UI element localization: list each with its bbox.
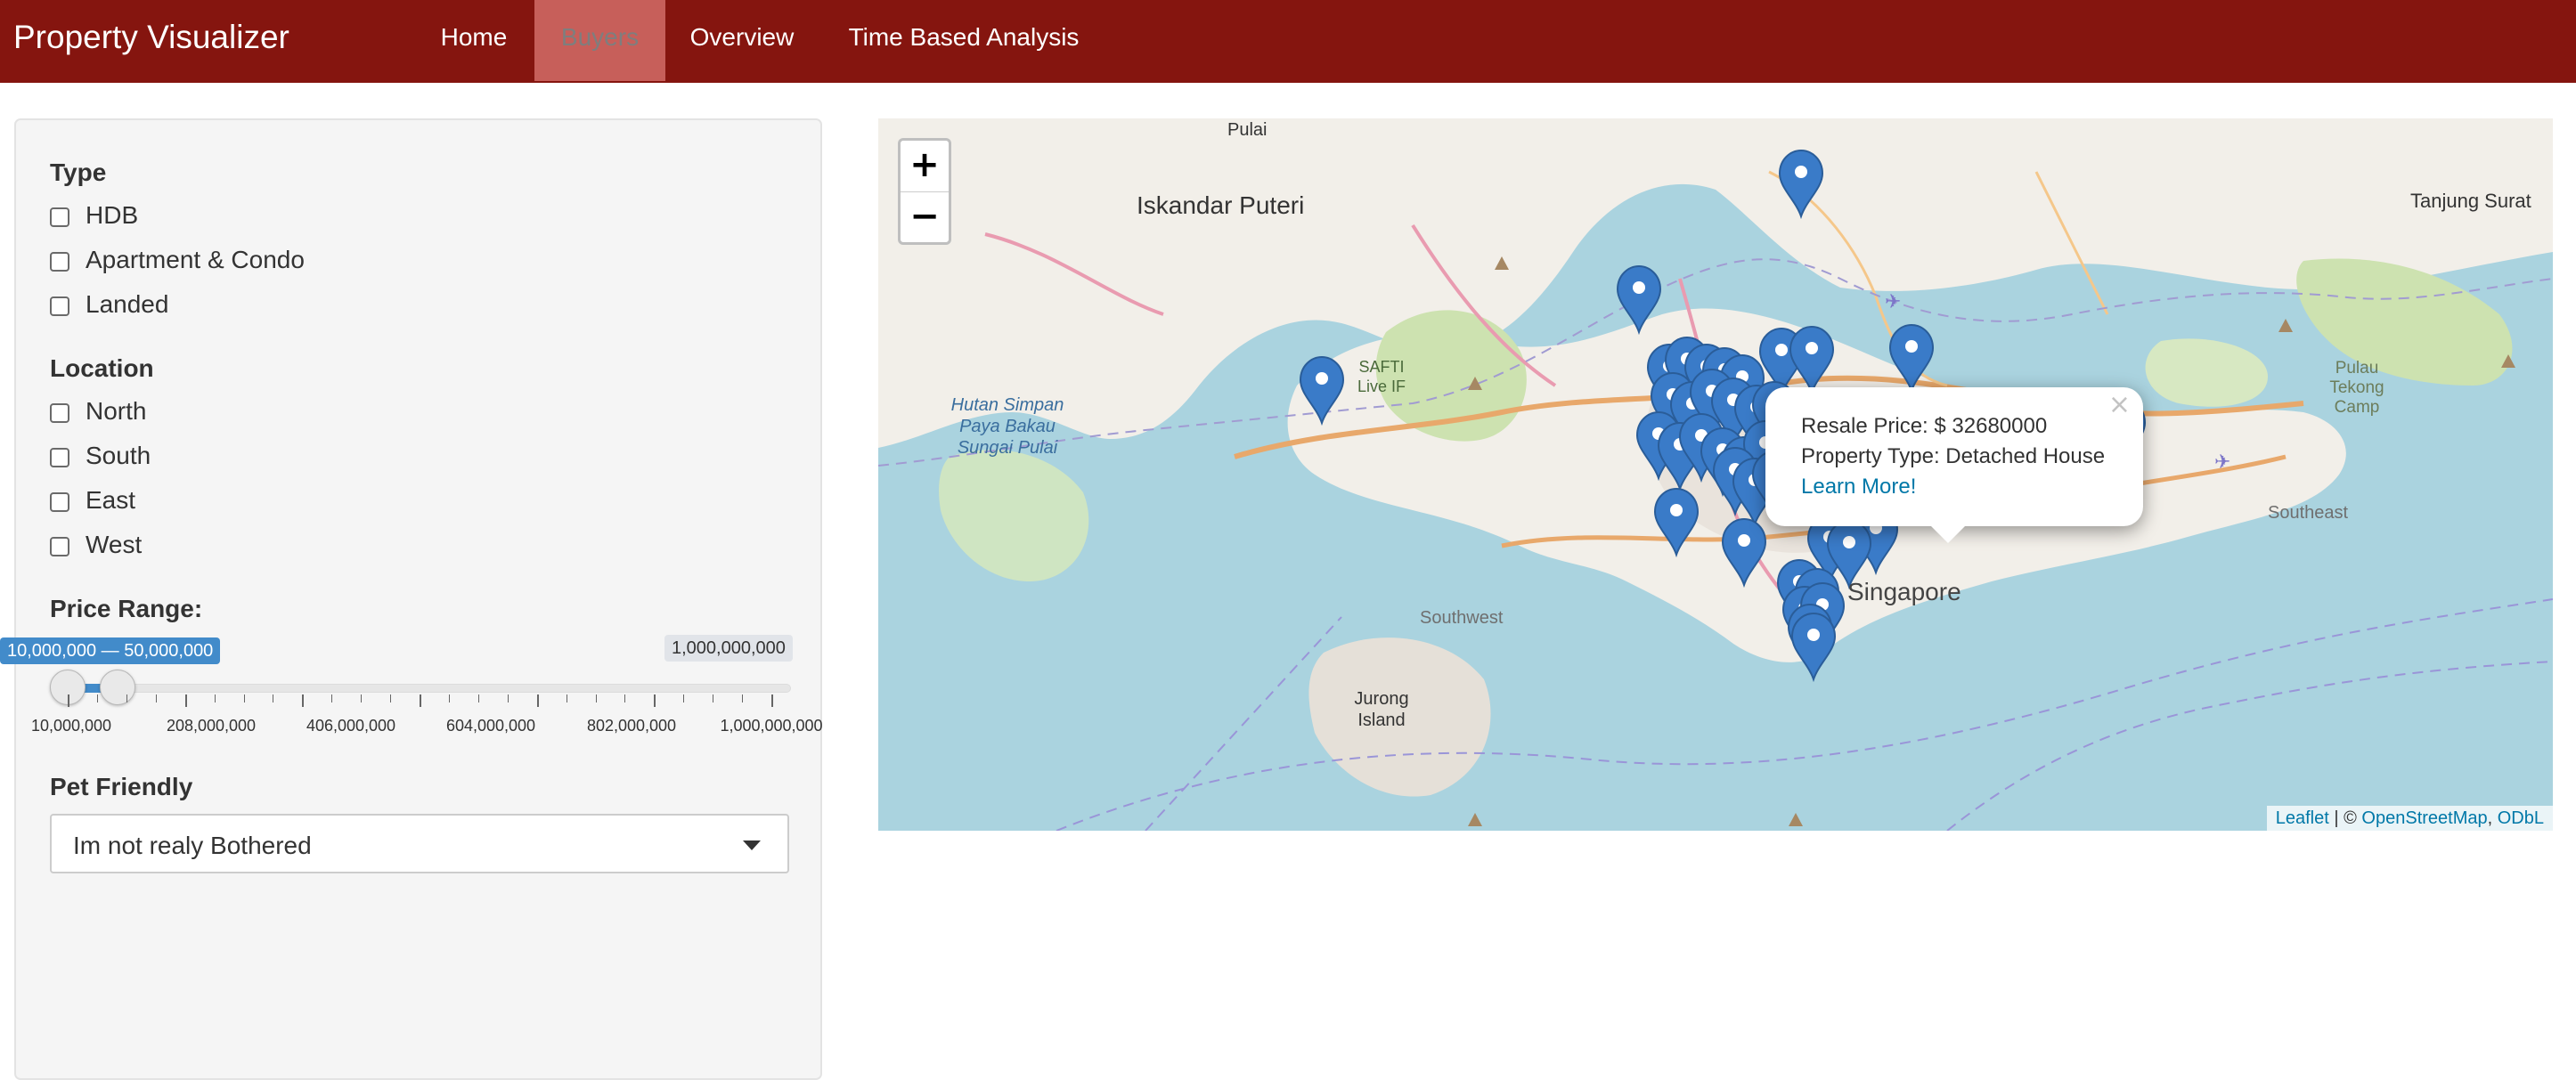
map-tiles: ✈ ✈ (878, 118, 2553, 831)
odbl-link[interactable]: ODbL (2498, 808, 2544, 828)
property-popup: × Resale Price: $ 32680000 Property Type… (1765, 387, 2143, 526)
property-map[interactable]: ✈ ✈ Iskandar Puteri Pulai Tanjung Surat … (878, 118, 2553, 831)
south-checkbox[interactable] (50, 448, 69, 467)
close-icon[interactable]: × (2108, 389, 2131, 420)
price-range-heading: Price Range: (50, 595, 203, 622)
slider-tick (243, 694, 245, 702)
nav-time-based-analysis[interactable]: Time Based Analysis (819, 0, 1108, 81)
landed-label: Landed (86, 290, 169, 318)
peak-icon (2278, 319, 2293, 332)
nav-buyers[interactable]: Buyers (534, 0, 665, 81)
app-title: Property Visualizer (13, 19, 289, 55)
map-label-tekong: Pulau Tekong Camp (2329, 359, 2384, 417)
slider-tick (477, 694, 479, 702)
mangrove-reserve (939, 450, 1089, 581)
east-label: East (86, 486, 136, 514)
attribution-separator: | © (2328, 808, 2362, 828)
slider-tick (184, 694, 187, 707)
map-label-southeast: Southeast (2268, 503, 2349, 523)
map-label-singapore: Singapore (1847, 578, 1961, 605)
slider-tick (302, 694, 305, 707)
zoom-control: + − (898, 138, 951, 245)
openstreetmap-link[interactable]: OpenStreetMap (2361, 808, 2487, 828)
pet-friendly-selected-value: Im not realy Bothered (73, 832, 312, 859)
popup-property-type: Property Type: Detached House (1801, 444, 2106, 468)
airport-icon: ✈ (2214, 451, 2230, 474)
hdb-checkbox[interactable] (50, 207, 69, 227)
north-label: North (86, 397, 147, 425)
map-label-iskandar: Iskandar Puteri (1137, 191, 1305, 219)
slider-tick (507, 694, 509, 702)
map-label-jurong-island: Jurong Island (1354, 689, 1409, 730)
map-label-tanjung-surat: Tanjung Surat (2410, 190, 2531, 212)
east-checkbox[interactable] (50, 492, 69, 512)
zoom-out-button[interactable]: − (901, 192, 949, 243)
slider-tick (654, 694, 656, 707)
chevron-down-icon (743, 840, 761, 850)
slider-tick (448, 694, 450, 702)
pet-friendly-select[interactable]: Im not realy Bothered (50, 814, 789, 873)
shipping-lane-west (1145, 616, 1342, 831)
slider-tick (126, 694, 127, 702)
slider-tick (96, 694, 98, 702)
west-checkbox[interactable] (50, 537, 69, 556)
price-range-selected-badge: 10,000,000 — 50,000,000 (0, 637, 221, 664)
location-heading: Location (50, 354, 154, 382)
slider-tick (742, 694, 744, 702)
map-label-hutan-simpan: Hutan Simpan Paya Bakau Sungai Pulai (950, 395, 1064, 458)
slider-tick (624, 694, 626, 702)
west-label: West (86, 531, 143, 558)
airport-icon: ✈ (1885, 291, 1901, 313)
top-navbar: Property Visualizer Home Buyers Overview… (0, 0, 2576, 83)
slider-tick (214, 694, 216, 702)
map-label-southwest: Southwest (1420, 608, 1504, 628)
landed-checkbox[interactable] (50, 296, 69, 316)
pet-friendly-heading: Pet Friendly (50, 773, 193, 800)
slider-tick (68, 694, 69, 707)
tick-label-4: 802,000,000 (586, 717, 677, 735)
price-slider-track[interactable] (50, 684, 791, 693)
price-range-max-badge: 1,000,000,000 (664, 635, 793, 662)
tick-label-2: 406,000,000 (306, 717, 396, 735)
tick-label-1: 208,000,000 (166, 717, 257, 735)
peak-icon (1468, 813, 1482, 826)
popup-learn-more-link[interactable]: Learn More! (1801, 475, 1916, 499)
apartment-condo-checkbox[interactable] (50, 252, 69, 272)
attribution-comma: , (2487, 808, 2498, 828)
ubin-island (2145, 338, 2268, 407)
slider-tick (331, 694, 333, 702)
slider-tick (155, 694, 157, 702)
tick-label-5: 1,000,000,000 (720, 717, 823, 735)
nav-home[interactable]: Home (419, 0, 529, 81)
south-label: South (86, 442, 151, 469)
slider-tick (390, 694, 392, 702)
slider-tick (771, 694, 773, 707)
north-checkbox[interactable] (50, 403, 69, 423)
peak-icon (1789, 813, 1803, 826)
type-heading: Type (50, 158, 107, 186)
apartment-condo-label: Apartment & Condo (86, 246, 305, 273)
popup-resale-price: Resale Price: $ 32680000 (1801, 414, 2048, 438)
slider-tick (361, 694, 363, 702)
nav-overview[interactable]: Overview (673, 0, 811, 81)
slider-tick (683, 694, 685, 702)
slider-tick (536, 694, 539, 707)
tick-label-0: 10,000,000 (30, 717, 112, 735)
slider-tick (420, 694, 421, 707)
leaflet-link[interactable]: Leaflet (2276, 808, 2329, 828)
map-label-safti: SAFTI Live IF (1357, 358, 1406, 395)
price-slider-handle-max[interactable] (99, 670, 135, 705)
map-marker-icon[interactable] (1790, 612, 1837, 683)
map-label-pulai: Pulai (1227, 120, 1268, 140)
slider-tick (595, 694, 597, 702)
tick-label-3: 604,000,000 (445, 717, 536, 735)
popup-tip (1928, 524, 1968, 543)
hdb-label: HDB (86, 201, 139, 229)
map-attribution: Leaflet | © OpenStreetMap, ODbL (2266, 806, 2553, 831)
zoom-in-button[interactable]: + (901, 141, 949, 191)
